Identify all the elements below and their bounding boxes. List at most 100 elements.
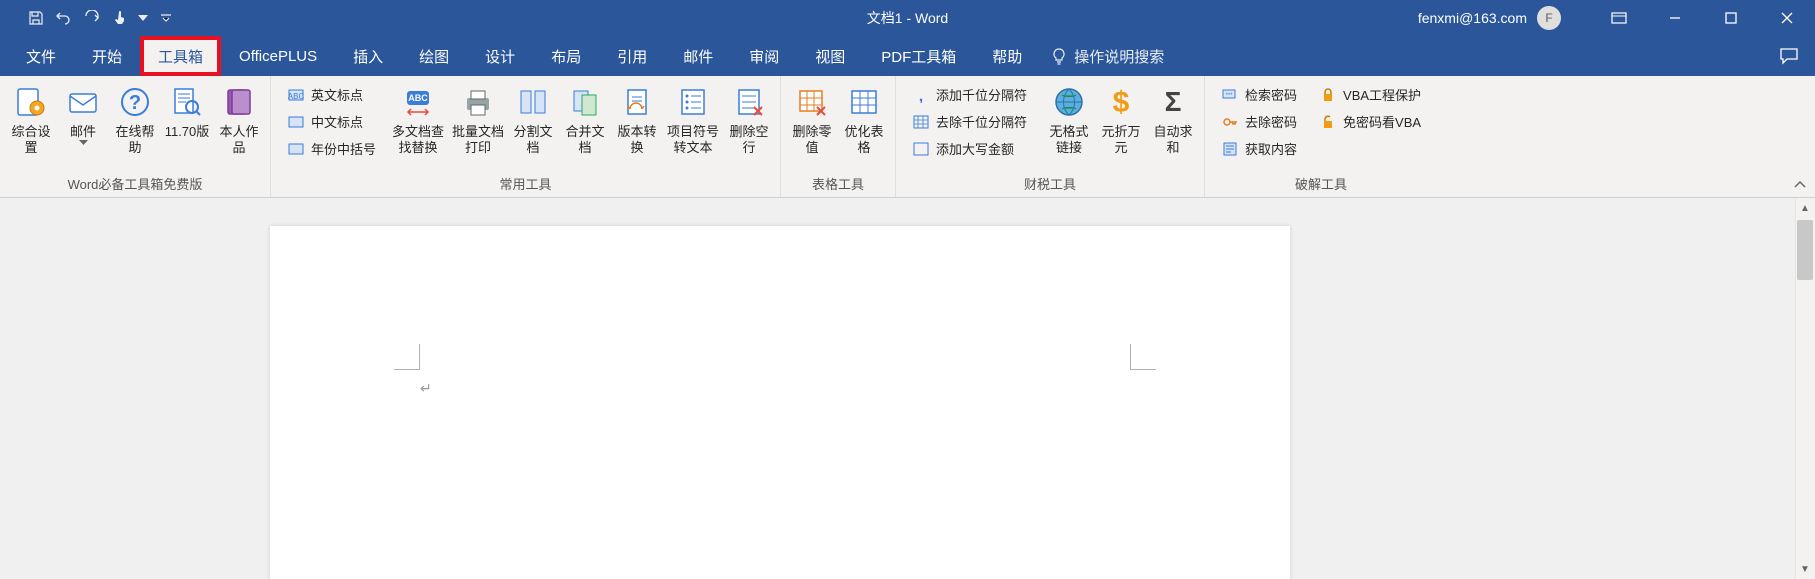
version-convert-button[interactable]: 版本转换	[612, 80, 662, 161]
user-email[interactable]: fenxmi@163.com	[1418, 10, 1527, 26]
vba-protect-button[interactable]: VBA工程保护	[1313, 82, 1427, 107]
tab-view[interactable]: 视图	[797, 36, 863, 76]
group-crack-tools: ***检索密码 去除密码 获取内容 VBA工程保护 免密码看VBA 破解工具	[1205, 76, 1437, 197]
batch-print-button[interactable]: 批量文档打印	[450, 80, 506, 161]
remove-password-button[interactable]: 去除密码	[1215, 109, 1303, 134]
group-label: 破解工具	[1211, 172, 1431, 197]
remove-thousand-sep-button[interactable]: 去除千位分隔符	[906, 109, 1038, 134]
convert-icon	[619, 84, 655, 120]
text-icon	[287, 113, 305, 131]
online-help-button[interactable]: ? 在线帮助	[110, 80, 160, 161]
redo-button[interactable]	[80, 6, 104, 30]
title-right: fenxmi@163.com F	[1418, 0, 1815, 36]
vertical-scrollbar[interactable]: ▲ ▼	[1795, 198, 1815, 579]
paragraph-mark-icon: ↵	[420, 380, 432, 397]
content-icon	[1221, 140, 1239, 158]
page[interactable]: ↵	[270, 226, 1290, 579]
delete-zero-button[interactable]: 删除零值	[787, 80, 837, 161]
comments-button[interactable]	[1777, 44, 1801, 68]
tab-home[interactable]: 开始	[74, 36, 140, 76]
sigma-icon: Σ	[1155, 84, 1191, 120]
tab-toolbox[interactable]: 工具箱	[140, 36, 221, 76]
svg-text:?: ?	[129, 92, 141, 114]
delete-blank-lines-button[interactable]: 删除空行	[724, 80, 774, 161]
group-toolbox-free: 综合设置 邮件 ? 在线帮助 11.70版 本人作品 Word必备工具箱免费版	[0, 76, 271, 197]
scroll-thumb[interactable]	[1797, 220, 1813, 280]
tab-file[interactable]: 文件	[8, 36, 74, 76]
document-area: ↵ ▲ ▼	[0, 198, 1815, 579]
svg-text:***: ***	[1226, 93, 1234, 99]
touch-mode-button[interactable]	[108, 6, 132, 30]
version-button[interactable]: 11.70版	[162, 80, 212, 144]
scroll-up-button[interactable]: ▲	[1795, 198, 1815, 218]
ribbon-display-button[interactable]	[1591, 0, 1647, 36]
my-works-button[interactable]: 本人作品	[214, 80, 264, 161]
group-table-tools: 删除零值 优化表格 表格工具	[781, 76, 896, 197]
gear-doc-icon	[13, 84, 49, 120]
comprehensive-settings-button[interactable]: 综合设置	[6, 80, 56, 161]
cn-punct-button[interactable]: 中文标点	[281, 109, 382, 134]
save-button[interactable]	[24, 6, 48, 30]
minimize-button[interactable]	[1647, 0, 1703, 36]
yuan-to-wan-button[interactable]: $ 元折万元	[1096, 80, 1146, 161]
get-content-button[interactable]: 获取内容	[1215, 136, 1303, 161]
app-name: Word	[915, 10, 948, 26]
customize-qat-button[interactable]	[154, 6, 178, 30]
key-icon	[1221, 113, 1239, 131]
maximize-button[interactable]	[1703, 0, 1759, 36]
tab-help[interactable]: 帮助	[974, 36, 1040, 76]
split-doc-button[interactable]: 分割文档	[508, 80, 558, 161]
table-icon	[846, 84, 882, 120]
no-password-vba-button[interactable]: 免密码看VBA	[1313, 109, 1427, 134]
tell-me-search[interactable]: 操作说明搜索	[1050, 36, 1164, 76]
multi-doc-replace-button[interactable]: ABC 多文档查找替换	[388, 80, 448, 161]
touch-dropdown-icon[interactable]	[136, 6, 150, 30]
add-cn-amount-button[interactable]: 添加大写金额	[906, 136, 1038, 161]
svg-text:ABC: ABC	[288, 92, 304, 101]
year-bracket-button[interactable]: 年份中括号	[281, 136, 382, 161]
collapse-ribbon-button[interactable]	[1789, 175, 1811, 193]
help-icon: ?	[117, 84, 153, 120]
tab-draw[interactable]: 绘图	[401, 36, 467, 76]
replace-icon: ABC	[400, 84, 436, 120]
no-format-link-button[interactable]: 无格式链接	[1044, 80, 1094, 161]
unlock-icon	[1319, 113, 1337, 131]
mail-icon	[65, 84, 101, 120]
svg-text:ABC: ABC	[408, 93, 428, 103]
window-title: 文档1 - Word	[867, 8, 948, 28]
auto-sum-button[interactable]: Σ 自动求和	[1148, 80, 1198, 161]
doc-name: 文档1	[867, 10, 903, 26]
printer-icon	[460, 84, 496, 120]
ribbon: 综合设置 邮件 ? 在线帮助 11.70版 本人作品 Word必备工具箱免费版	[0, 76, 1815, 198]
add-thousand-sep-button[interactable]: ,添加千位分隔符	[906, 82, 1038, 107]
margin-corner-icon	[394, 344, 420, 370]
margin-corner-icon	[1130, 344, 1156, 370]
globe-icon	[1051, 84, 1087, 120]
tab-design[interactable]: 设计	[467, 36, 533, 76]
tab-references[interactable]: 引用	[599, 36, 665, 76]
bracket-icon	[287, 140, 305, 158]
svg-text:,: ,	[919, 88, 923, 103]
bullets-to-text-button[interactable]: 项目符号转文本	[664, 80, 722, 161]
merge-doc-button[interactable]: 合并文档	[560, 80, 610, 161]
group-label: 表格工具	[787, 172, 889, 197]
ribbon-tabs: 文件 开始 工具箱 OfficePLUS 插入 绘图 设计 布局 引用 邮件 审…	[0, 36, 1815, 76]
tab-mailings[interactable]: 邮件	[665, 36, 731, 76]
tab-layout[interactable]: 布局	[533, 36, 599, 76]
dollar-icon: $	[1103, 84, 1139, 120]
optimize-table-button[interactable]: 优化表格	[839, 80, 889, 161]
en-punct-button[interactable]: ABC英文标点	[281, 82, 382, 107]
tab-pdftoolbox[interactable]: PDF工具箱	[863, 36, 974, 76]
comma-icon: ,	[912, 86, 930, 104]
close-button[interactable]	[1759, 0, 1815, 36]
avatar[interactable]: F	[1537, 6, 1561, 30]
tab-officeplus[interactable]: OfficePLUS	[221, 36, 335, 76]
mail-button[interactable]: 邮件	[58, 80, 108, 149]
scroll-down-button[interactable]: ▼	[1795, 559, 1815, 579]
titlebar: 文档1 - Word fenxmi@163.com F	[0, 0, 1815, 36]
tab-insert[interactable]: 插入	[335, 36, 401, 76]
magnify-doc-icon	[169, 84, 205, 120]
find-password-button[interactable]: ***检索密码	[1215, 82, 1303, 107]
tab-review[interactable]: 审阅	[731, 36, 797, 76]
undo-button[interactable]	[52, 6, 76, 30]
